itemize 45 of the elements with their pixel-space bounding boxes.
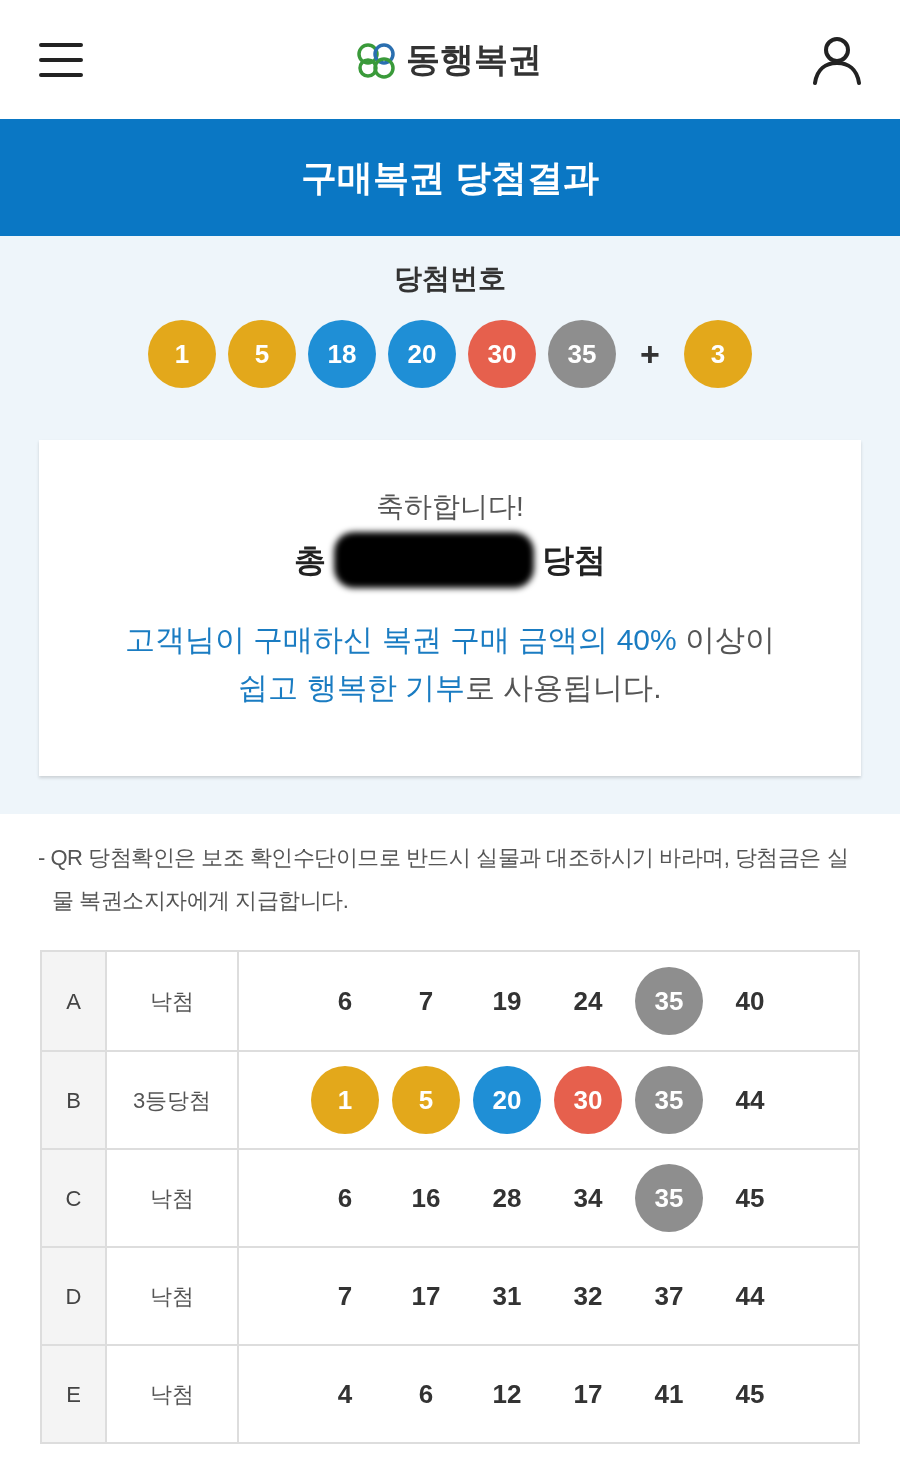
result-cell: 낙첨: [107, 1248, 239, 1344]
user-icon[interactable]: [812, 34, 862, 85]
result-cell: 낙첨: [107, 1150, 239, 1246]
number-text: 40: [734, 984, 766, 1018]
logo-text: 동행복권: [406, 39, 542, 80]
greeting-text: 축하합니다!: [376, 490, 524, 524]
number-text: 44: [734, 1083, 766, 1117]
number-text: 44: [734, 1279, 766, 1313]
plus-sign: +: [640, 333, 660, 375]
number-text: 17: [410, 1279, 442, 1313]
donation-message: 쉽고 행복한 기부로 사용됩니다.: [238, 670, 662, 706]
number-text: 12: [491, 1377, 523, 1411]
number-text: 17: [572, 1377, 604, 1411]
number-text: 45: [734, 1377, 766, 1411]
number-text: 37: [653, 1279, 685, 1313]
number-text: 6: [336, 984, 354, 1018]
result-cell: 낙첨: [107, 952, 239, 1050]
number-text: 4: [336, 1377, 354, 1411]
page-title: 구매복권 당첨결과: [301, 155, 599, 200]
number-text: 7: [417, 984, 435, 1018]
game-cell: E: [42, 1346, 107, 1442]
game-cell: B: [42, 1052, 107, 1148]
number-text: 31: [491, 1279, 523, 1313]
result-cell: 3등당첨: [107, 1052, 239, 1148]
number-text: 41: [653, 1377, 685, 1411]
winning-numbers-label: 당첨번호: [394, 262, 506, 296]
number-text: 16: [410, 1181, 442, 1215]
notice-text: - QR 당첨확인은 보조 확인수단이므로 반드시 실물과 대조하시기 바라며, 당첨금은 실물 복권소지자에게 지급합니다.: [38, 844, 850, 915]
number-text: 34: [572, 1181, 604, 1215]
number-text: 19: [491, 984, 523, 1018]
number-text: 28: [491, 1181, 523, 1215]
menu-icon[interactable]: [38, 40, 84, 79]
number-text: 7: [336, 1279, 354, 1313]
number-text: 24: [572, 984, 604, 1018]
donation-message: 고객님이 구매하신 복권 구매 금액의 40% 이상이: [124, 622, 776, 658]
result-cell: 낙첨: [107, 1346, 239, 1442]
win-label: 당첨: [542, 541, 606, 580]
total-label: 총: [294, 541, 326, 580]
number-text: 6: [336, 1181, 354, 1215]
number-text: 45: [734, 1181, 766, 1215]
game-cell: C: [42, 1150, 107, 1246]
game-cell: D: [42, 1248, 107, 1344]
number-text: 6: [417, 1377, 435, 1411]
number-text: 32: [572, 1279, 604, 1313]
game-cell: A: [42, 952, 107, 1050]
